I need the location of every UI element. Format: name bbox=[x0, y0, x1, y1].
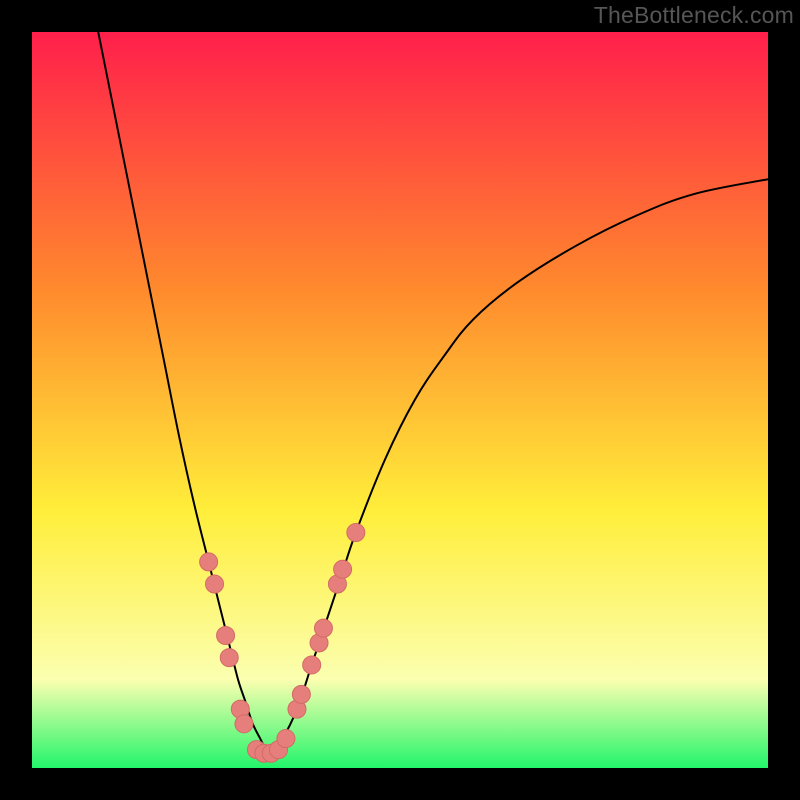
data-marker bbox=[235, 715, 253, 733]
gradient-background bbox=[32, 32, 768, 768]
plot-area bbox=[32, 32, 768, 768]
data-marker bbox=[220, 649, 238, 667]
data-marker bbox=[292, 685, 310, 703]
data-marker bbox=[303, 656, 321, 674]
data-marker bbox=[217, 627, 235, 645]
data-marker bbox=[200, 553, 218, 571]
chart-frame: TheBottleneck.com bbox=[0, 0, 800, 800]
data-marker bbox=[206, 575, 224, 593]
bottleneck-curve-chart bbox=[32, 32, 768, 768]
data-marker bbox=[314, 619, 332, 637]
data-marker bbox=[277, 730, 295, 748]
data-marker bbox=[347, 523, 365, 541]
data-marker bbox=[334, 560, 352, 578]
watermark-text: TheBottleneck.com bbox=[594, 2, 794, 29]
